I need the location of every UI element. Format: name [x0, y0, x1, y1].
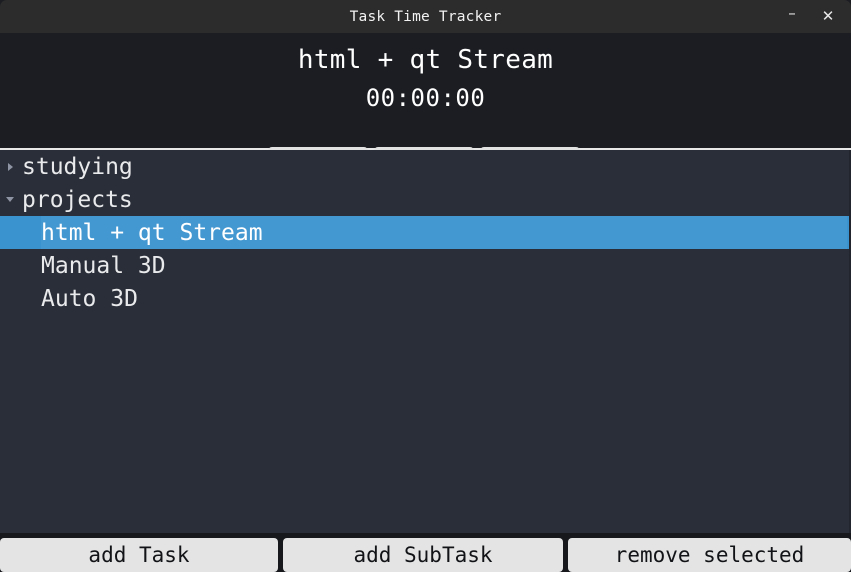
window-controls: – ✕ [777, 0, 843, 33]
tree-item-label: studying [22, 153, 133, 180]
chevron-right-icon[interactable] [0, 162, 20, 171]
minimize-icon[interactable]: – [777, 4, 807, 30]
tree-item-studying[interactable]: studying [0, 150, 849, 183]
add-task-button[interactable]: add Task [0, 538, 278, 572]
titlebar[interactable]: Task Time Tracker – ✕ [0, 0, 851, 33]
tree-item-manual-3d[interactable]: Manual 3D [0, 249, 849, 282]
task-tree[interactable]: studying projects html + qt Stream Manua… [0, 150, 851, 533]
tree-item-auto-3d[interactable]: Auto 3D [0, 282, 849, 315]
add-subtask-button[interactable]: add SubTask [283, 538, 563, 572]
header-panel: html + qt Stream 00:00:00 - > + [0, 33, 851, 181]
bottom-toolbar: add Task add SubTask remove selected [0, 538, 851, 572]
tree-item-projects[interactable]: projects [0, 183, 849, 216]
tree-item-label: Manual 3D [41, 252, 166, 279]
tree-item-label: html + qt Stream [41, 219, 263, 246]
remove-selected-button[interactable]: remove selected [568, 538, 851, 572]
tree-item-html-qt-stream[interactable]: html + qt Stream [0, 216, 849, 249]
close-icon[interactable]: ✕ [813, 4, 843, 30]
tree-item-label: Auto 3D [41, 285, 138, 312]
chevron-down-icon[interactable] [0, 197, 20, 202]
current-task-label: html + qt Stream [297, 45, 554, 75]
elapsed-time-display: 00:00:00 [365, 84, 486, 112]
tree-item-label: projects [22, 186, 133, 213]
window-title: Task Time Tracker [349, 8, 502, 25]
task-time-tracker-window: Task Time Tracker – ✕ html + qt Stream 0… [0, 0, 851, 572]
